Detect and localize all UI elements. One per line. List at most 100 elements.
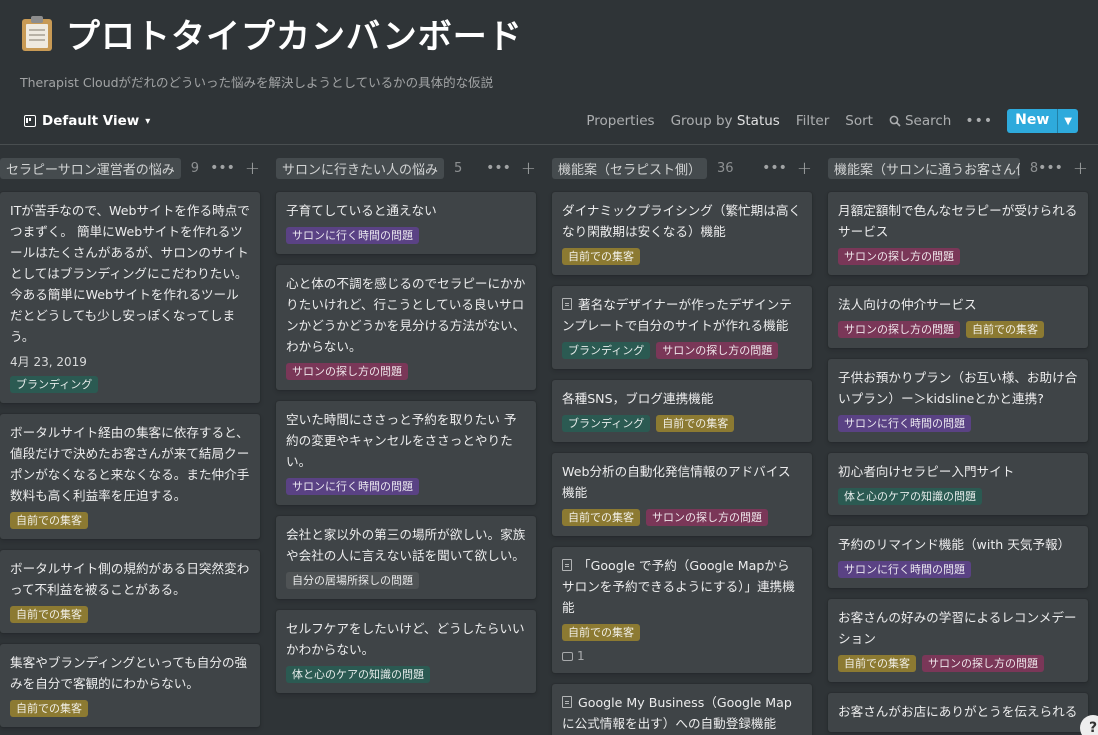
add-card-icon[interactable]: + <box>521 158 536 179</box>
column-label[interactable]: セラピーサロン運営者の悩み <box>0 157 181 179</box>
card-tags: サロンの探し方の問題 <box>838 248 1078 265</box>
card-tags: ブランディング サロンの探し方の問題 <box>562 342 802 359</box>
column-header[interactable]: セラピーサロン運営者の悩み 9 ••• + <box>0 156 260 180</box>
card-title: 初心者向けセラピー入門サイト <box>838 461 1078 482</box>
board-card[interactable]: ボータルサイト経由の集客に依存すると、値段だけで決めたお客さんが来て結局クーポン… <box>0 414 260 539</box>
tag-badge: サロンに行く時間の問題 <box>286 227 419 244</box>
comment-icon <box>562 651 573 661</box>
column-more-icon[interactable]: ••• <box>1038 160 1063 176</box>
board-card[interactable]: セルフケアをしたいけど、どうしたらいいかわからない。 体と心のケアの知識の問題 <box>276 610 536 693</box>
board-card[interactable]: お客さんの好みの学習によるレコンメデーション 自前での集客 サロンの探し方の問題 <box>828 599 1088 682</box>
properties-button[interactable]: Properties <box>586 113 654 129</box>
board-card[interactable]: 月額定額制で色んなセラピーが受けられるサービスサロンの探し方の問題 <box>828 192 1088 275</box>
card-title: 法人向けの仲介サービス <box>838 294 1078 315</box>
column-more-icon[interactable]: ••• <box>486 160 511 176</box>
column-header[interactable]: サロンに行きたい人の悩み 5 ••• + <box>276 156 536 180</box>
column-cards: 子育てしていると通えない サロンに行く時間の問題 心と体の不調を感じるのでセラピーに… <box>276 192 536 693</box>
clipboard-icon[interactable] <box>20 15 54 51</box>
card-title-text: 予約のリマインド機能（with 天気予報） <box>838 537 1071 552</box>
board-card[interactable]: 会社と家以外の第三の場所が欲しい。家族や会社の人に言えない話を聞いて欲しい。自分… <box>276 516 536 599</box>
search-button[interactable]: Search <box>889 113 951 129</box>
card-tags: 自前での集客 サロンの探し方の問題 <box>562 509 802 526</box>
board-card[interactable]: 予約のリマインド機能（with 天気予報） サロンに行く時間の問題 <box>828 526 1088 588</box>
new-button[interactable]: New ▼ <box>1007 109 1078 133</box>
board-card[interactable]: 法人向けの仲介サービスサロンの探し方の問題 自前での集客 <box>828 286 1088 348</box>
new-dropdown-chevron-icon[interactable]: ▼ <box>1057 109 1078 133</box>
card-tags: サロンに行く時間の問題 <box>838 415 1078 432</box>
tag-badge: ブランディング <box>562 342 651 359</box>
column-more-icon[interactable]: ••• <box>762 160 787 176</box>
column-more-icon[interactable]: ••• <box>210 160 235 176</box>
add-card-icon[interactable]: + <box>797 158 812 179</box>
board-card[interactable]: 空いた時間にささっと予約を取りたい 予約の変更やキャンセルをささっとやりたい。サ… <box>276 401 536 505</box>
card-title: 子育てしていると通えない <box>286 200 526 221</box>
search-icon <box>889 115 901 127</box>
column-label[interactable]: 機能案（サロンに通うお客さん側） <box>828 157 1020 179</box>
card-title: 集客やブランディングといっても自分の強みを自分で客観的にわからない。 <box>10 652 250 694</box>
add-card-icon[interactable]: + <box>1073 158 1088 179</box>
view-selector[interactable]: Default View ▾ <box>20 110 154 132</box>
card-title: ボータルサイト経由の集客に依存すると、値段だけで決めたお客さんが来て結局クーポン… <box>10 422 250 506</box>
card-title: 月額定額制で色んなセラピーが受けられるサービス <box>838 200 1078 242</box>
column-label[interactable]: 機能案（セラピスト側） <box>552 157 708 179</box>
more-options-icon[interactable]: ••• <box>965 113 993 129</box>
board-card[interactable]: ボータルサイト側の規約がある日突然変わって不利益を被ることがある。 自前での集客 <box>0 550 260 633</box>
card-title-text: 初心者向けセラピー入門サイト <box>838 464 1015 479</box>
board-card[interactable]: Google My Business（Google Mapに公式情報を出す）への… <box>552 684 812 735</box>
card-title-text: Google My Business（Google Mapに公式情報を出す）への… <box>562 695 792 731</box>
board-card[interactable]: ダイナミックプライシング（繁忙期は高くなり閑散期は安くなる）機能 自前での集客 <box>552 192 812 275</box>
card-tags: ブランディング 自前での集客 <box>562 415 802 432</box>
tag-badge: サロンに行く時間の問題 <box>838 561 971 578</box>
board-card[interactable]: 各種SNS，ブログ連携機能ブランディング 自前での集客 <box>552 380 812 442</box>
tag-badge: 自前での集客 <box>10 512 88 529</box>
card-title: ボータルサイト側の規約がある日突然変わって不利益を被ることがある。 <box>10 558 250 600</box>
card-title: ダイナミックプライシング（繁忙期は高くなり閑散期は安くなる）機能 <box>562 200 802 242</box>
search-label: Search <box>904 113 952 129</box>
document-icon <box>562 298 572 310</box>
card-title: 「Google で予約（Google Mapからサロンを予約できるようにする）」… <box>562 555 802 618</box>
group-by-button[interactable]: Group by Status <box>671 113 780 129</box>
board-card[interactable]: 子供お預かりプラン（お互い様、お助け合いプラン）ー＞kidslineとかと連携?… <box>828 359 1088 442</box>
tag-badge: 自前での集客 <box>10 700 88 717</box>
tag-badge: サロンの探し方の問題 <box>922 655 1044 672</box>
board-card[interactable]: 初心者向けセラピー入門サイト 体と心のケアの知識の問題 <box>828 453 1088 515</box>
column-header[interactable]: 機能案（セラピスト側） 36 ••• + <box>552 156 812 180</box>
card-title: Google My Business（Google Mapに公式情報を出す）への… <box>562 692 802 734</box>
help-button[interactable]: ? <box>1080 715 1098 735</box>
add-card-icon[interactable]: + <box>245 158 260 179</box>
column-cards: 月額定額制で色んなセラピーが受けられるサービス サロンの探し方の問題 法人向けの仲介… <box>828 192 1088 732</box>
card-title-text: 心と体の不調を感じるのでセラピーにかかりたいけれど、行こうとしている良いサロンか… <box>286 276 526 354</box>
column-header[interactable]: 機能案（サロンに通うお客さん側） 8 ••• + <box>828 156 1088 180</box>
tag-badge: 自前での集客 <box>562 624 640 641</box>
page-description[interactable]: Therapist Cloudがだれのどういった悩みを解決しようとしているかの具… <box>20 72 493 91</box>
tag-badge: サロンの探し方の問題 <box>838 321 960 338</box>
board-card[interactable]: 集客やブランディングといっても自分の強みを自分で客観的にわからない。自前での集客 <box>0 644 260 727</box>
card-title-text: 著名なデザイナーが作ったデザインテンプレートで自分のサイトが作れる機能 <box>562 297 792 333</box>
tag-badge: サロンに行く時間の問題 <box>286 478 419 495</box>
page-title[interactable]: プロトタイプカンバンボード <box>66 9 523 58</box>
tag-badge: 自前での集客 <box>838 655 916 672</box>
column-count: 8 <box>1029 160 1039 176</box>
card-tags: サロンの探し方の問題 自前での集客 <box>838 321 1078 338</box>
board-card[interactable]: お客さんがお店にありがとうを伝えられる <box>828 693 1088 732</box>
board-card[interactable]: ITが苦手なので、Webサイトを作る時点でつまずく。 簡単にWebサイトを作れる… <box>0 192 260 403</box>
card-title-text: 会社と家以外の第三の場所が欲しい。家族や会社の人に言えない話を聞いて欲しい。 <box>286 527 526 563</box>
card-tags: 体と心のケアの知識の問題 <box>286 666 526 683</box>
card-title-text: ダイナミックプライシング（繁忙期は高くなり閑散期は安くなる）機能 <box>562 203 802 239</box>
document-icon <box>562 696 572 708</box>
card-title-text: 「Google で予約（Google Mapからサロンを予約できるようにする）」… <box>562 558 795 615</box>
board-card[interactable]: 子育てしていると通えないサロンに行く時間の問題 <box>276 192 536 254</box>
new-button-label: New <box>1015 112 1050 128</box>
board-card[interactable]: Web分析の自動化発信情報のアドバイス機能自前での集客 サロンの探し方の問題 <box>552 453 812 536</box>
column-label[interactable]: サロンに行きたい人の悩み <box>276 157 445 179</box>
tag-badge: 自分の居場所探しの問題 <box>286 572 419 589</box>
column-count: 5 <box>454 160 463 176</box>
board-card[interactable]: 「Google で予約（Google Mapからサロンを予約できるようにする）」… <box>552 547 812 673</box>
board-card[interactable]: 著名なデザイナーが作ったデザインテンプレートで自分のサイトが作れる機能ブランディ… <box>552 286 812 369</box>
filter-button[interactable]: Filter <box>796 113 829 129</box>
card-title-text: 各種SNS，ブログ連携機能 <box>562 391 714 406</box>
group-by-prefix: Group by <box>670 113 733 129</box>
card-title: Web分析の自動化発信情報のアドバイス機能 <box>562 461 802 503</box>
sort-button[interactable]: Sort <box>845 113 873 129</box>
board-card[interactable]: 心と体の不調を感じるのでセラピーにかかりたいけれど、行こうとしている良いサロンか… <box>276 265 536 390</box>
